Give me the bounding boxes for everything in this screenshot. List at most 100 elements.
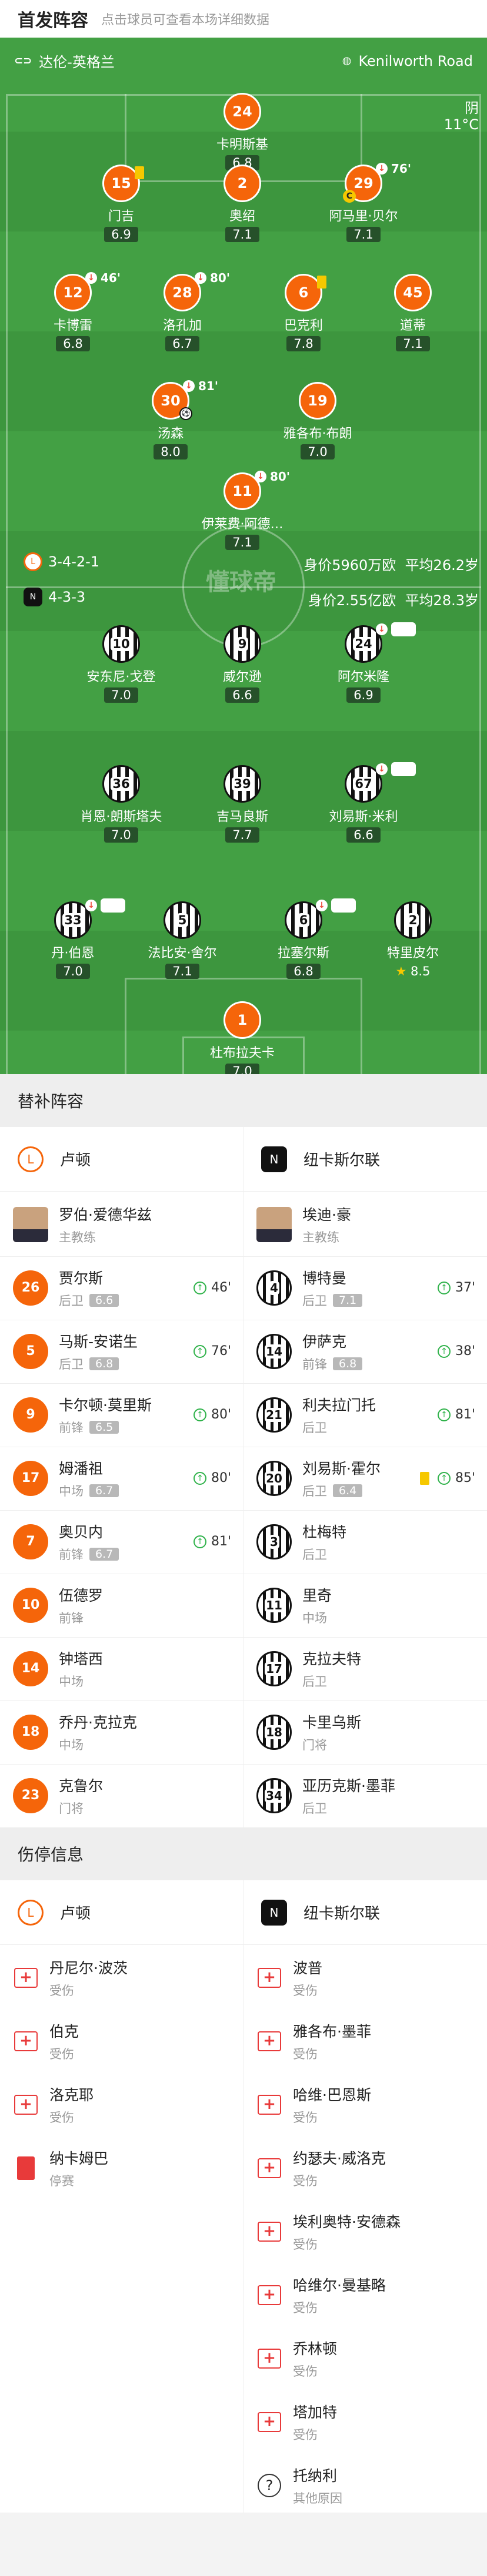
sub-number: 9 (26, 1407, 35, 1422)
sub-player[interactable]: 9 卡尔顿·莫里斯 前锋 6.5 ↑ 80' (0, 1382, 243, 1447)
sub-player[interactable]: 罗伯·爱德华兹 主教练 (0, 1192, 243, 1257)
sub-player[interactable]: 18 乔丹·克拉克 中场 (0, 1699, 243, 1765)
sub-meta: 后卫 6.4 (302, 1482, 381, 1500)
player[interactable]: 39 吉马良斯 7.7 (184, 765, 301, 843)
sub-on-time: ↑ 38' (437, 1344, 475, 1359)
player[interactable]: 33 ↓ 85' 丹·伯恩 7.0 (14, 898, 132, 979)
goal-ball-icon: ⚽ (179, 407, 192, 420)
coach-photo (256, 1206, 292, 1242)
player-rating: 6.7 (165, 336, 199, 351)
player[interactable]: 36 肖恩·朗斯塔夫 7.0 (62, 765, 180, 843)
injury-player[interactable]: + 埃利奥特·安德森 受伤 (243, 2199, 487, 2264)
player[interactable]: 19 雅各布·布朗 7.0 (259, 382, 376, 459)
sub-text: 钟塔西 中场 (59, 1648, 103, 1690)
player-number: 24 (353, 637, 374, 651)
injury-name: 洛克耶 (49, 2086, 94, 2104)
player[interactable]: 15 门吉 6.9 (62, 165, 180, 242)
injury-player[interactable]: + 波普 受伤 (243, 1945, 487, 2010)
injury-player[interactable]: + 洛克耶 受伤 (0, 2072, 243, 2137)
injury-player[interactable]: + 雅各布·墨菲 受伤 (243, 2008, 487, 2074)
newcastle-logo-icon: N (24, 588, 42, 606)
injury-player[interactable]: + 伯克 受伤 (0, 2008, 243, 2074)
sub-player[interactable]: 18 卡里乌斯 门将 (243, 1699, 487, 1765)
sub-player[interactable]: 20 刘易斯·霍尔 后卫 6.4 ↑ 85' (243, 1445, 487, 1511)
player[interactable]: 2 奥绍 7.1 (184, 165, 301, 242)
injury-status: 受伤 (293, 2237, 318, 2252)
player-number: 29 (353, 175, 373, 192)
injury-player[interactable]: + 乔林顿 受伤 (243, 2326, 487, 2391)
injury-row: + 洛克耶 受伤 + 哈维·巴恩斯 受伤 (0, 2072, 487, 2137)
injury-player[interactable]: 纳卡姆巴 停赛 (0, 2135, 243, 2201)
empty-cell (0, 2262, 243, 2327)
player[interactable]: 30 ⚽ ↓ 81' 汤森 8.0 (112, 379, 229, 459)
injury-player[interactable]: ? 托纳利 其他原因 (243, 2453, 487, 2518)
player-number: 6 (297, 913, 310, 927)
sub-position: 后卫 (302, 1420, 327, 1435)
injury-player[interactable]: + 约瑟夫·威洛克 受伤 (243, 2135, 487, 2201)
sub-text: 卡里乌斯 门将 (302, 1711, 361, 1753)
injury-text: 雅各布·墨菲 受伤 (293, 2020, 371, 2062)
sub-player[interactable]: 10 伍德罗 前锋 (0, 1572, 243, 1638)
medical-kit-icon: + (13, 2092, 39, 2118)
injury-player[interactable]: + 哈维尔·曼基略 受伤 (243, 2262, 487, 2327)
sub-player[interactable]: 17 克拉夫特 后卫 (243, 1636, 487, 1701)
sub-player[interactable]: 26 贾尔斯 后卫 6.6 ↑ 46' (0, 1255, 243, 1320)
player[interactable]: 45 道蒂 7.1 (354, 274, 472, 351)
player[interactable]: 10 安东尼·戈登 7.0 (62, 625, 180, 703)
player[interactable]: 29 C ↓ 76' 阿马里·贝尔 7.1 (305, 162, 422, 242)
player[interactable]: 6 ↓ 37' 拉塞尔斯 6.8 (245, 898, 362, 979)
injury-player[interactable]: + 哈维·巴恩斯 受伤 (243, 2072, 487, 2137)
player[interactable]: 5 法比安·舍尔 7.1 (124, 901, 241, 979)
player-rating: 7.7 (225, 827, 259, 843)
sub-player[interactable]: 14 钟塔西 中场 (0, 1636, 243, 1701)
player-number-badge: 15 (102, 165, 144, 202)
injury-player[interactable]: + 塔加特 受伤 (243, 2389, 487, 2454)
sub-player[interactable]: 7 奥贝内 前锋 6.7 ↑ 81' (0, 1509, 243, 1574)
sub-player[interactable]: 11 里奇 中场 (243, 1572, 487, 1638)
player[interactable]: 6 巴克利 7.8 (245, 274, 362, 351)
sub-player[interactable]: 34 亚历克斯·墨菲 后卫 (243, 1763, 487, 1828)
newcastle-logo-icon: N (261, 1146, 287, 1172)
sub-off-icon: ↓ (376, 163, 388, 175)
player[interactable]: 24 卡明斯基 6.8 (184, 93, 301, 170)
player[interactable]: 12 ↓ 46' 卡博雷 6.8 (14, 271, 132, 351)
sub-player[interactable]: 埃迪·豪 主教练 (243, 1192, 487, 1257)
player[interactable]: 67 ↓ 38' 刘易斯·米利 6.6 (305, 762, 422, 843)
sub-name: 伊萨克 (302, 1333, 347, 1350)
player[interactable]: 28 ↓ 80' 洛孔加 6.7 (124, 271, 241, 351)
sub-number-badge: 10 (13, 1587, 48, 1623)
sub-player[interactable]: 17 姆潘祖 中场 6.7 ↑ 80' (0, 1445, 243, 1511)
player[interactable]: 24 ↓ 81' 阿尔米隆 6.9 (305, 622, 422, 703)
sub-name: 伍德罗 (59, 1586, 104, 1604)
sub-on-minute: 80' (211, 1407, 231, 1422)
sub-player[interactable]: 14 伊萨克 前锋 6.8 ↑ 38' (243, 1319, 487, 1384)
player-rating: 6.8 (286, 964, 321, 979)
sub-on-time: ↑ 46' (193, 1280, 231, 1295)
sub-player[interactable]: 21 利夫拉门托 后卫 ↑ 81' (243, 1382, 487, 1447)
sub-player[interactable]: 5 马斯-安诺生 后卫 6.8 ↑ 76' (0, 1319, 243, 1384)
injury-status: 受伤 (49, 1983, 74, 1998)
sub-off-icon: ↓ (195, 272, 206, 284)
sub-number-badge: 14 (256, 1333, 292, 1369)
player-name: 伊莱费·阿德… (201, 517, 283, 532)
sub-number: 5 (26, 1344, 35, 1359)
sub-player[interactable]: 23 克鲁尔 门将 (0, 1763, 243, 1828)
injury-player[interactable]: + 丹尼尔·波茨 受伤 (0, 1945, 243, 2010)
player-rating: 6.9 (346, 687, 381, 703)
sub-position: 门将 (59, 1801, 84, 1816)
player-number-badge: 6 (285, 274, 326, 311)
player[interactable]: 11 ↓ 80' 伊莱费·阿德… 7.1 (184, 469, 301, 550)
medical-kit-icon: + (256, 2219, 282, 2245)
luton-logo-icon: L (18, 1899, 44, 1926)
sub-number-badge: 3 (256, 1524, 292, 1559)
sub-meta: 后卫 (302, 1418, 376, 1436)
player[interactable]: 9 威尔逊 6.6 (184, 625, 301, 703)
player[interactable]: 1 杜布拉夫卡 7.0 (184, 1001, 301, 1074)
sub-number-badge: 21 (256, 1397, 292, 1433)
sub-player[interactable]: 3 杜梅特 后卫 (243, 1509, 487, 1574)
medical-kit-icon: + (256, 2155, 282, 2181)
player[interactable]: 2 特里皮尔 ★ 8.5 (354, 901, 472, 979)
sub-off-minute: 38' (391, 762, 416, 776)
sub-player[interactable]: 4 博特曼 后卫 7.1 ↑ 37' (243, 1255, 487, 1320)
sub-meta: 后卫 (302, 1672, 361, 1690)
